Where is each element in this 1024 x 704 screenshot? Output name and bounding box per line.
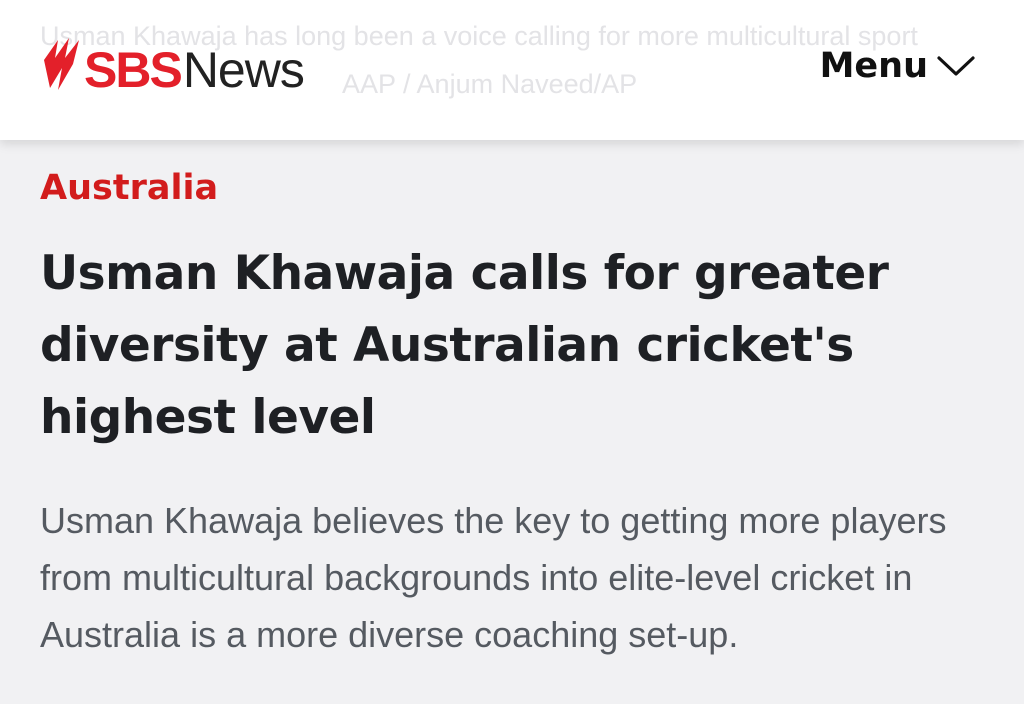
article-headline: Usman Khawaja calls for greater diversit… xyxy=(40,246,889,445)
category-link[interactable]: Australia xyxy=(40,160,218,216)
chevron-down-icon xyxy=(937,56,975,76)
menu-button[interactable]: Menu xyxy=(820,46,976,86)
article-header: Australia Usman Khawaja calls for greate… xyxy=(40,160,980,663)
logo-sbs-text: SBS xyxy=(84,42,183,98)
sbs-news-logo[interactable]: SBS News xyxy=(38,34,305,106)
site-header: Usman Khawaja has long been a voice call… xyxy=(0,0,1024,140)
sbs-logo-icon xyxy=(44,38,79,90)
logo-news-text: News xyxy=(182,42,305,98)
menu-label: Menu xyxy=(819,46,928,86)
article-summary: Usman Khawaja believes the key to gettin… xyxy=(40,500,947,655)
